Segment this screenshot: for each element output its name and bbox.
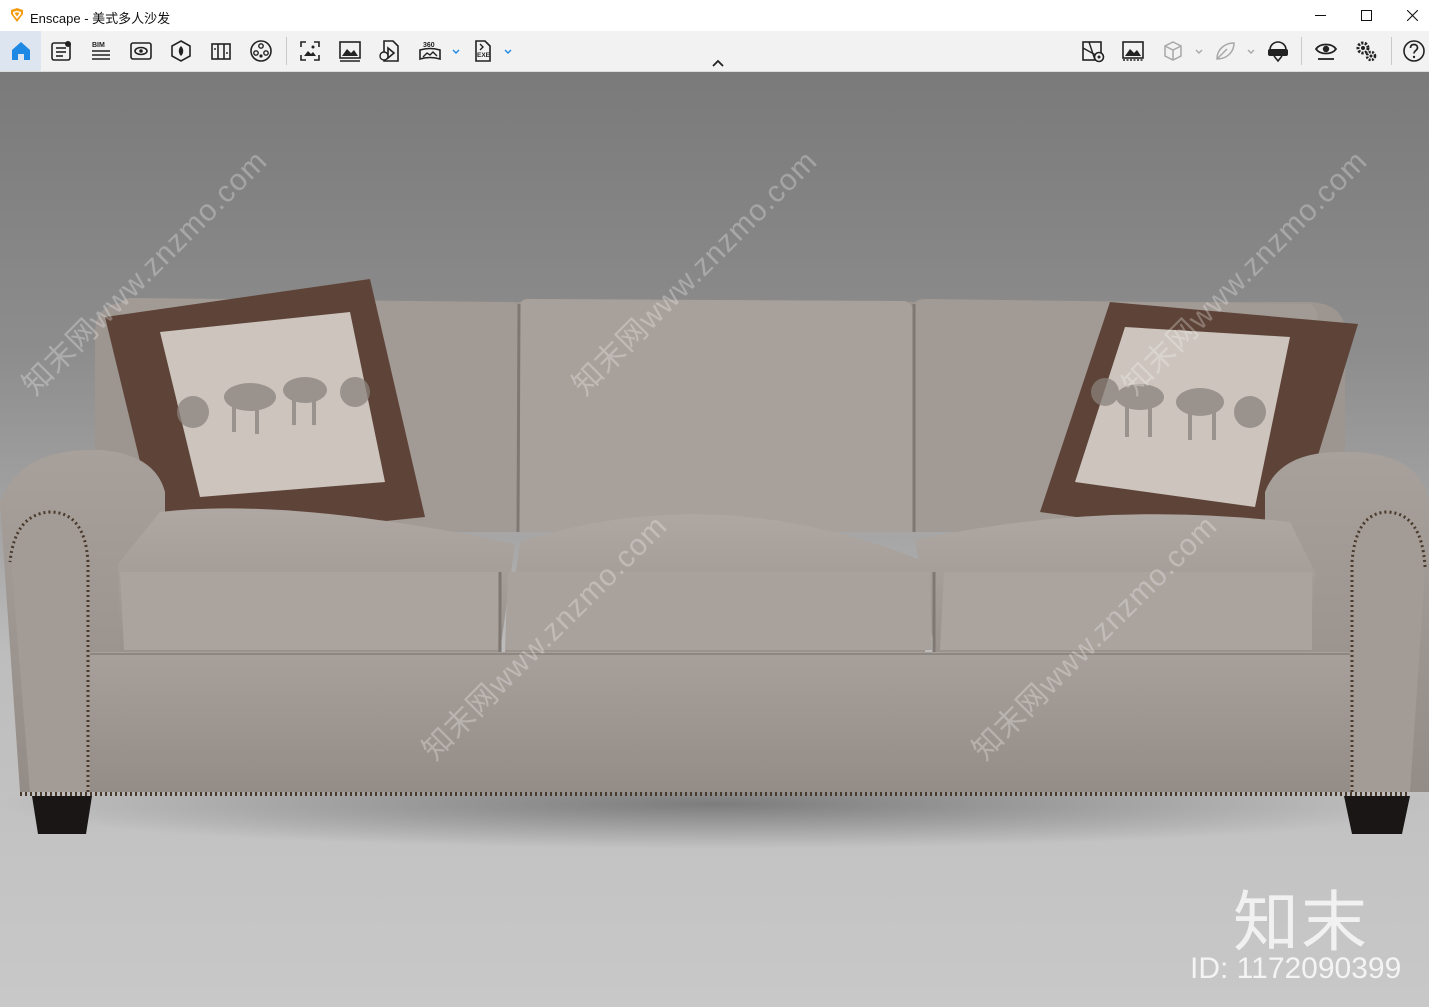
toolbar-separator: [1391, 37, 1392, 65]
maximize-icon: [1360, 10, 1372, 21]
collapse-toolbar-chevron-icon[interactable]: [710, 58, 726, 70]
home-button[interactable]: [0, 31, 41, 71]
minimize-button[interactable]: [1297, 0, 1343, 31]
render-image-icon: [339, 41, 361, 62]
views-button[interactable]: [125, 31, 157, 71]
view-cube-icon: [1164, 41, 1182, 61]
vr-headset-button[interactable]: [1262, 31, 1294, 71]
help-icon: [1403, 40, 1425, 62]
enscape-logo-icon: [11, 8, 23, 22]
map-settings-icon: [1082, 41, 1105, 63]
exe-label: EXE: [477, 52, 491, 59]
id-watermark: ID: 1172090399: [1190, 952, 1402, 985]
brand-watermark: 知末: [1233, 885, 1369, 959]
sketch-mode-icon: [1216, 42, 1235, 60]
maximize-button[interactable]: [1343, 0, 1389, 31]
title-separator: -: [80, 11, 93, 26]
render-image-button[interactable]: [334, 31, 366, 71]
bim-icon: BIM: [92, 42, 110, 60]
map-settings-button[interactable]: [1077, 31, 1109, 71]
visual-settings-icon: [1314, 43, 1338, 60]
views-icon: [130, 42, 152, 60]
project-info-button[interactable]: [45, 31, 77, 71]
window-title: Enscape - 美式多人沙发: [30, 8, 170, 27]
material-editor-button[interactable]: [205, 31, 237, 71]
minimize-icon: [1314, 15, 1326, 16]
general-settings-icon: [1356, 41, 1377, 62]
vr-headset-icon: [1268, 41, 1288, 63]
screenshot-icon: [300, 41, 320, 61]
batch-render-button[interactable]: [374, 31, 406, 71]
object-library-button[interactable]: [245, 31, 277, 71]
sketch-dropdown-chevron-icon[interactable]: [1246, 45, 1256, 57]
sketch-mode-button[interactable]: [1209, 31, 1241, 71]
title-bar: Enscape - 美式多人沙发: [0, 0, 1429, 31]
batch-render-icon: [379, 40, 399, 62]
toolbar-separator: [1301, 37, 1302, 65]
home-icon: [11, 42, 30, 60]
object-library-icon: [250, 40, 272, 62]
asset-library-button[interactable]: [165, 31, 197, 71]
export-dropdown-chevron-icon[interactable]: [503, 45, 513, 57]
project-info-icon: [51, 41, 71, 61]
render-viewport[interactable]: 知末网www.znzmo.com 知末网www.znzmo.com 知末网www…: [0, 72, 1429, 1007]
panorama-dropdown-chevron-icon[interactable]: [451, 45, 461, 57]
panorama-button[interactable]: 360: [414, 31, 446, 71]
app-name: Enscape: [30, 11, 81, 26]
material-editor-icon: [211, 43, 231, 60]
toolbar-separator: [286, 37, 287, 65]
export-exe-button[interactable]: EXE: [467, 31, 499, 71]
general-settings-button[interactable]: [1350, 31, 1382, 71]
bim-button[interactable]: BIM: [85, 31, 117, 71]
gallery-button[interactable]: [1117, 31, 1149, 71]
close-button[interactable]: [1389, 0, 1429, 31]
gallery-icon: [1122, 41, 1144, 61]
view-cube-dropdown-chevron-icon[interactable]: [1194, 45, 1204, 57]
close-icon: [1406, 10, 1418, 21]
export-exe-icon: EXE: [475, 40, 491, 62]
bim-label: BIM: [92, 42, 105, 49]
screenshot-button[interactable]: [294, 31, 326, 71]
panorama-360-icon: 360: [419, 42, 441, 61]
asset-library-icon: [171, 40, 191, 62]
document-title: 美式多人沙发: [92, 11, 171, 26]
visual-settings-button[interactable]: [1310, 31, 1342, 71]
view-cube-button[interactable]: [1157, 31, 1189, 71]
help-button[interactable]: [1398, 31, 1429, 71]
